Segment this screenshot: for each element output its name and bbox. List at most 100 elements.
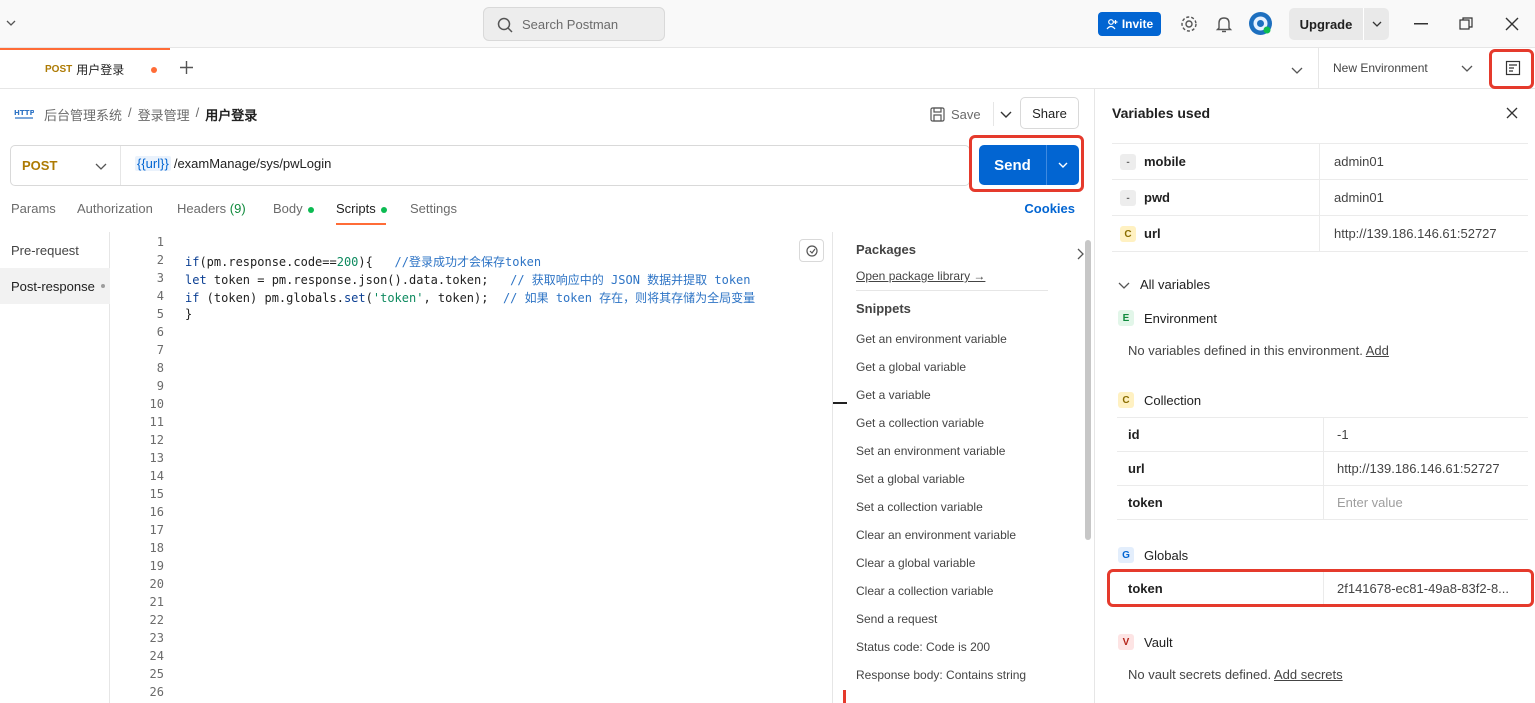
breadcrumb-item[interactable]: 登录管理 (138, 105, 190, 124)
snippet-item[interactable]: Clear a collection variable (856, 584, 993, 598)
chevron-right-icon[interactable] (1076, 248, 1084, 263)
tab-scripts[interactable]: Scripts (336, 201, 387, 216)
chevron-down-icon[interactable] (1291, 63, 1303, 78)
search-input[interactable]: Search Postman (483, 7, 665, 41)
variable-row[interactable]: - mobile admin01 (1112, 144, 1528, 180)
snippet-item[interactable]: Clear a global variable (856, 556, 975, 570)
method-select[interactable]: POST (11, 146, 121, 185)
line-number: 20 (149, 577, 164, 591)
snippet-item[interactable]: Get a collection variable (856, 416, 984, 430)
close-icon[interactable] (1502, 14, 1522, 34)
share-button[interactable]: Share (1020, 97, 1079, 129)
snippet-item[interactable]: Get an environment variable (856, 332, 1007, 346)
scrollbar[interactable] (1085, 240, 1091, 540)
snippet-item[interactable]: Send a request (856, 612, 937, 626)
script-side-menu: Pre-request Post-response (0, 232, 110, 703)
section-label: Environment (1144, 310, 1217, 326)
snippet-item[interactable]: Set a collection variable (856, 500, 983, 514)
http-icon: HTTP (14, 105, 35, 124)
post-response-item[interactable]: Post-response (0, 268, 110, 304)
open-package-library-link[interactable]: Open package library → (856, 269, 985, 283)
avatar[interactable] (1248, 11, 1273, 39)
variable-value[interactable]: 2f141678-ec81-49a8-83f2-8... (1337, 581, 1509, 596)
gear-icon[interactable] (1179, 14, 1199, 37)
variable-value[interactable]: admin01 (1334, 154, 1384, 169)
url-input[interactable]: {{url}} /examManage/sys/pwLogin (135, 156, 331, 171)
breadcrumb-current[interactable]: 用户登录 (205, 105, 257, 124)
tab-headers[interactable]: Headers (9) (177, 201, 246, 216)
globals-section: G Globals (1118, 547, 1188, 563)
snippet-item[interactable]: Response body: Contains string (856, 668, 1026, 682)
variable-value-input[interactable]: Enter value (1337, 495, 1403, 510)
tab-request[interactable]: POST 用户登录 (0, 48, 170, 88)
scope-badge: C (1118, 392, 1134, 408)
url-bar: POST {{url}} /examManage/sys/pwLogin (10, 145, 970, 186)
resize-handle[interactable] (833, 402, 847, 404)
snippet-item[interactable]: Clear an environment variable (856, 528, 1016, 542)
variable-row[interactable]: - pwd admin01 (1112, 180, 1528, 216)
line-number: 8 (156, 361, 164, 375)
divider (1319, 216, 1320, 252)
line-number: 16 (149, 505, 164, 519)
add-link[interactable]: Add (1366, 343, 1389, 358)
variable-value[interactable]: admin01 (1334, 190, 1384, 205)
divider (1323, 418, 1324, 452)
snippet-item[interactable]: Set an environment variable (856, 444, 1005, 458)
variable-name: token (1128, 581, 1163, 596)
divider (1319, 144, 1320, 180)
variable-name: url (1128, 461, 1145, 476)
scope-badge: - (1120, 154, 1136, 170)
invite-button[interactable]: Invite (1098, 12, 1161, 36)
variable-row[interactable]: C url http://139.186.146.61:52727 (1112, 216, 1528, 252)
snippet-item[interactable]: Get a global variable (856, 360, 966, 374)
line-number: 7 (156, 343, 164, 357)
tab-settings[interactable]: Settings (410, 201, 457, 216)
breadcrumb-item[interactable]: 后台管理系统 (44, 105, 122, 124)
add-secrets-link[interactable]: Add secrets (1274, 667, 1343, 682)
upgrade-button[interactable]: Upgrade (1289, 8, 1389, 40)
tab-body[interactable]: Body (273, 201, 314, 216)
variable-value[interactable]: http://139.186.146.61:52727 (1334, 226, 1497, 241)
line-number: 18 (149, 541, 164, 555)
minimize-icon[interactable] (1411, 14, 1431, 34)
close-icon[interactable] (1506, 107, 1518, 122)
save-button[interactable]: Save (930, 102, 1012, 126)
send-button[interactable]: Send (979, 145, 1079, 185)
format-code-button[interactable] (799, 239, 824, 262)
tab-authorization[interactable]: Authorization (77, 201, 153, 216)
globals-row[interactable]: token 2f141678-ec81-49a8-83f2-8... (1117, 572, 1528, 606)
environment-note: No variables defined in this environment… (1128, 343, 1389, 358)
cookies-link[interactable]: Cookies (1024, 201, 1075, 216)
chevron-down-icon[interactable] (1047, 160, 1079, 170)
all-variables-toggle[interactable]: All variables (1118, 277, 1210, 292)
snippet-item[interactable]: Status code: Code is 200 (856, 640, 990, 654)
restore-icon[interactable] (1456, 14, 1476, 34)
pre-request-item[interactable]: Pre-request (0, 232, 110, 268)
chevron-down-icon[interactable] (6, 16, 16, 31)
bell-icon[interactable] (1215, 14, 1233, 37)
divider (1323, 572, 1324, 606)
code-line: if(pm.response.code==200){ //登录成功才会保存tok… (185, 255, 542, 269)
variables-panel-icon[interactable] (1491, 48, 1535, 88)
collection-section: C Collection (1118, 392, 1201, 408)
code-editor[interactable]: 1 2 3 4 5 6 7 8 9 10 11 12 13 14 15 16 17 18 19 20 21 22 23 24 2… (110, 232, 832, 703)
tab-params[interactable]: Params (11, 201, 56, 216)
collection-row[interactable]: id -1 (1117, 418, 1528, 452)
plus-icon[interactable] (179, 60, 194, 78)
section-label: Collection (1144, 392, 1202, 408)
variable-value[interactable]: http://139.186.146.61:52727 (1337, 461, 1500, 476)
active-tab-indicator (336, 223, 386, 225)
search-placeholder: Search Postman (522, 16, 619, 32)
breadcrumb-separator: / (128, 105, 132, 120)
snippet-item[interactable]: Set a global variable (856, 472, 965, 486)
chevron-down-icon[interactable] (1364, 19, 1389, 29)
chevron-down-icon[interactable] (1000, 109, 1012, 119)
url-variable[interactable]: {{url}} (135, 156, 171, 171)
collection-row[interactable]: url http://139.186.146.61:52727 (1117, 452, 1528, 486)
save-label: Save (951, 106, 981, 122)
line-number: 9 (156, 379, 164, 393)
variable-value[interactable]: -1 (1337, 427, 1349, 442)
collection-row[interactable]: token Enter value (1117, 486, 1528, 520)
environment-select[interactable]: New Environment (1318, 48, 1490, 88)
snippet-item[interactable]: Get a variable (856, 388, 931, 402)
